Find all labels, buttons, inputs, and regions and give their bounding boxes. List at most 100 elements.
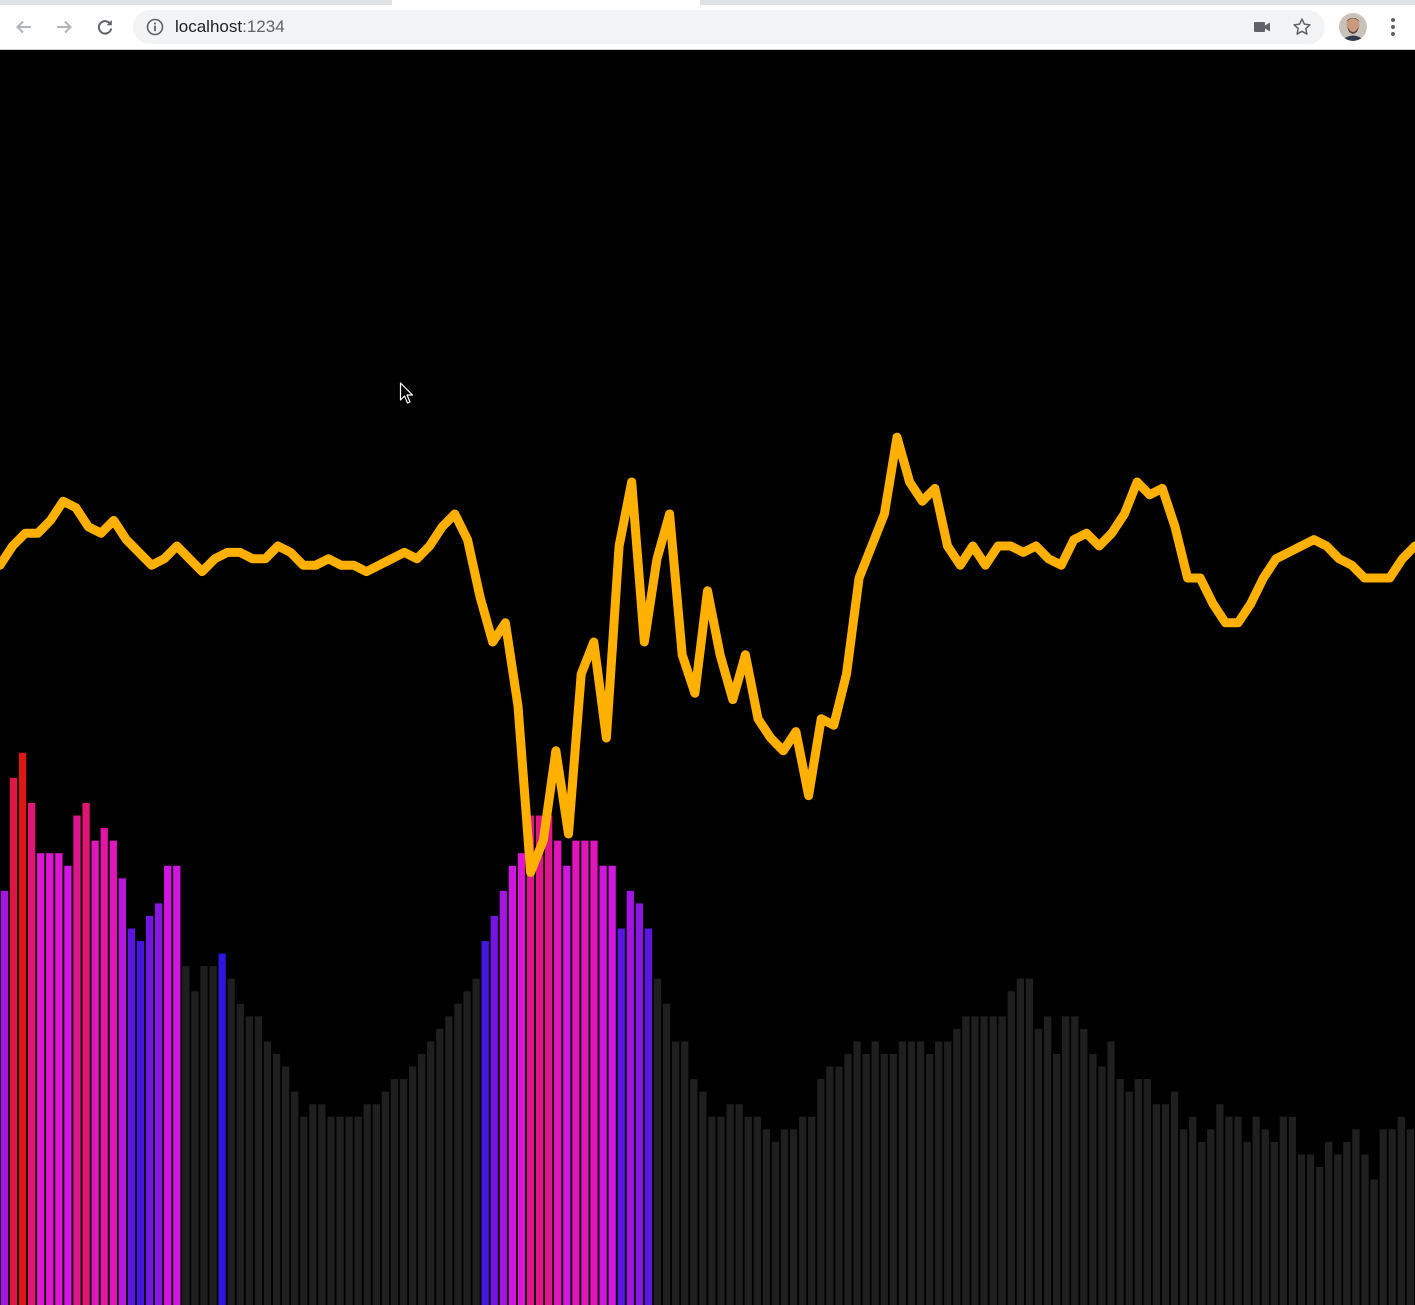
frequency-bar xyxy=(980,1016,988,1305)
frequency-bar xyxy=(508,865,517,1305)
frequency-bar xyxy=(281,1066,290,1305)
frequency-bar xyxy=(418,1054,426,1305)
frequency-bar xyxy=(1007,991,1015,1305)
browser-toolbar: localhost:1234 xyxy=(0,5,1415,50)
frequency-bar xyxy=(699,1091,707,1305)
frequency-bar xyxy=(862,1054,870,1305)
frequency-bar xyxy=(1198,1141,1206,1305)
frequency-bar xyxy=(771,1141,780,1305)
frequency-bar xyxy=(1179,1129,1188,1305)
audio-visualizer xyxy=(0,50,1415,1305)
url-port: :1234 xyxy=(242,17,285,36)
frequency-bar xyxy=(789,1129,798,1305)
frequency-bar xyxy=(799,1116,807,1305)
frequency-bar xyxy=(762,1129,770,1305)
frequency-bar xyxy=(1189,1116,1197,1305)
star-icon[interactable] xyxy=(1292,17,1312,37)
frequency-bar xyxy=(817,1079,825,1305)
frequency-bar xyxy=(545,815,553,1305)
url-host: localhost xyxy=(175,17,243,36)
frequency-bar xyxy=(962,1016,970,1305)
frequency-bar xyxy=(1161,1104,1170,1305)
frequency-bar xyxy=(998,1016,1006,1305)
frequency-bar xyxy=(164,865,172,1305)
frequency-bar xyxy=(1370,1179,1378,1305)
frequency-bar xyxy=(191,991,199,1305)
frequency-bar xyxy=(1143,1079,1151,1305)
frequency-bar xyxy=(535,815,544,1305)
frequency-bar xyxy=(626,890,634,1305)
frequency-bar xyxy=(1306,1154,1315,1305)
frequency-bar xyxy=(907,1041,916,1305)
frequency-bar xyxy=(708,1116,716,1305)
frequency-bar xyxy=(1098,1066,1106,1305)
frequency-bar xyxy=(672,1041,680,1305)
frequency-bar xyxy=(9,777,18,1305)
frequency-bar xyxy=(218,953,226,1305)
frequency-bar xyxy=(399,1079,408,1305)
frequency-bar xyxy=(608,865,616,1305)
frequency-bar xyxy=(653,978,662,1305)
frequency-bar xyxy=(526,815,535,1305)
frequency-bar xyxy=(372,1104,380,1305)
reload-button[interactable] xyxy=(89,11,121,43)
avatar[interactable] xyxy=(1339,13,1367,41)
frequency-bar xyxy=(1343,1141,1351,1305)
frequency-bar xyxy=(1052,1054,1061,1305)
frequency-bar xyxy=(245,1016,253,1305)
frequency-bar xyxy=(64,865,72,1305)
frequency-bar xyxy=(1125,1091,1133,1305)
frequency-bar xyxy=(563,865,571,1305)
frequency-bar xyxy=(345,1116,353,1305)
frequency-bar xyxy=(291,1091,299,1305)
frequency-bar xyxy=(1034,1028,1043,1305)
forward-button[interactable] xyxy=(48,11,80,43)
frequency-bar xyxy=(136,941,145,1305)
frequency-bar xyxy=(925,1054,934,1305)
arrow-left-icon xyxy=(16,20,31,34)
frequency-bar xyxy=(1406,1129,1414,1305)
frequency-bar xyxy=(82,803,90,1305)
frequency-bar xyxy=(118,878,126,1305)
frequency-bar xyxy=(744,1116,752,1305)
arrow-right-icon xyxy=(57,20,72,34)
info-icon[interactable] xyxy=(146,18,164,36)
frequency-bar xyxy=(572,840,580,1305)
frequency-bar xyxy=(1243,1141,1251,1305)
frequency-bar xyxy=(1316,1166,1324,1305)
frequency-bar xyxy=(200,966,208,1305)
frequency-bar xyxy=(182,966,190,1305)
video-camera-icon[interactable] xyxy=(1253,20,1271,34)
frequency-bar xyxy=(726,1104,734,1305)
frequency-bar xyxy=(1352,1129,1360,1305)
frequency-bar xyxy=(272,1054,281,1305)
frequency-bar xyxy=(853,1041,861,1305)
frequency-bar xyxy=(971,1016,979,1305)
frequency-bar xyxy=(1361,1154,1369,1305)
frequency-bar xyxy=(173,865,181,1305)
url-text[interactable]: localhost:1234 xyxy=(175,18,285,36)
profile-avatar-icon xyxy=(1339,13,1367,41)
frequency-bar xyxy=(1216,1104,1224,1305)
frequency-bar xyxy=(1325,1141,1333,1305)
frequency-bar xyxy=(835,1066,843,1305)
kebab-menu-icon[interactable] xyxy=(1389,17,1397,37)
frequency-bar xyxy=(1116,1079,1124,1305)
frequency-bar xyxy=(735,1104,743,1305)
frequency-bar xyxy=(336,1116,344,1305)
frequency-bar xyxy=(155,903,163,1305)
frequency-bar xyxy=(309,1104,317,1305)
back-button[interactable] xyxy=(8,11,40,43)
frequency-bar xyxy=(1062,1016,1070,1305)
address-bar[interactable]: localhost:1234 xyxy=(133,10,1325,44)
frequency-bar xyxy=(662,1003,671,1305)
mouse-cursor-icon xyxy=(399,382,414,404)
frequency-bar xyxy=(46,853,54,1305)
frequency-bar xyxy=(880,1054,888,1305)
frequency-bar xyxy=(18,752,27,1305)
frequency-bars xyxy=(0,752,1414,1305)
frequency-bar xyxy=(690,1079,698,1305)
frequency-bar xyxy=(517,853,526,1305)
frequency-bar xyxy=(354,1116,362,1305)
frequency-bar xyxy=(254,1016,263,1305)
